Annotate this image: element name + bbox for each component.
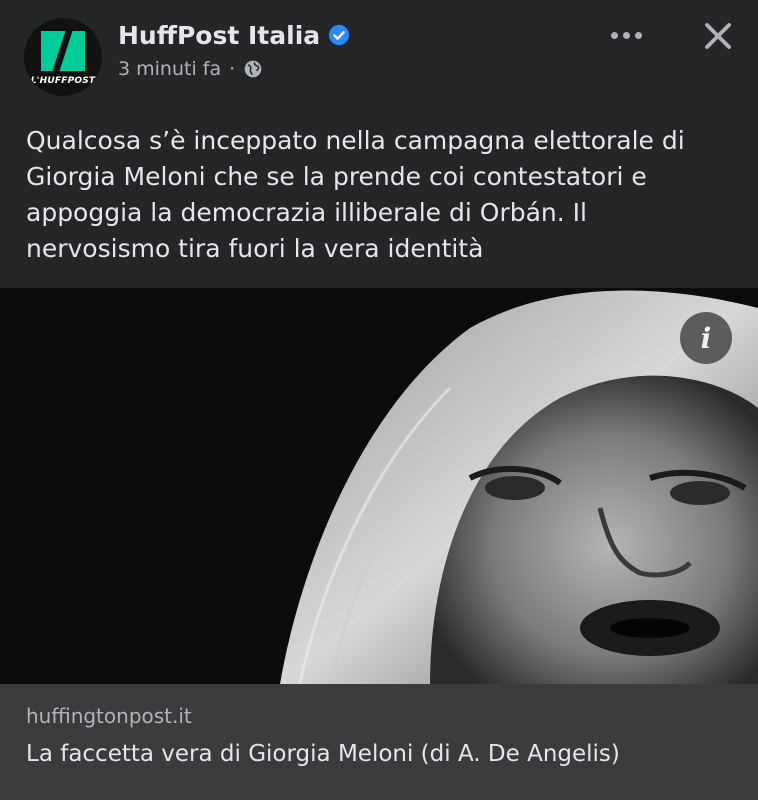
page-avatar[interactable]: L'HUFFPOST xyxy=(24,18,102,96)
meta-separator: · xyxy=(229,58,236,80)
avatar-logo-text: L'HUFFPOST xyxy=(30,76,96,86)
post-meta: 3 minuti fa · xyxy=(118,58,263,80)
info-icon: i xyxy=(700,321,712,355)
info-button[interactable]: i xyxy=(680,312,732,364)
verified-badge-icon xyxy=(329,24,350,46)
link-domain: huffingtonpost.it xyxy=(26,704,192,728)
post-text: Qualcosa s’è inceppato nella campagna el… xyxy=(26,126,685,263)
huffpost-logo-icon xyxy=(41,31,85,71)
more-options-icon xyxy=(610,31,618,39)
post-timestamp[interactable]: 3 minuti fa xyxy=(118,58,221,80)
article-image[interactable] xyxy=(0,288,758,684)
globe-icon xyxy=(244,60,262,78)
link-preview[interactable]: huffingtonpost.it La faccetta vera di Gi… xyxy=(0,684,758,800)
more-options-button[interactable] xyxy=(604,20,648,50)
page-name-row: HuffPost Italia xyxy=(118,18,350,52)
page-name[interactable]: HuffPost Italia xyxy=(118,21,320,50)
link-title[interactable]: La faccetta vera di Giorgia Meloni (di A… xyxy=(26,741,620,767)
close-icon[interactable] xyxy=(700,18,736,54)
portrait-photo xyxy=(0,288,758,684)
more-options-icon xyxy=(634,31,642,39)
more-options-icon xyxy=(622,31,630,39)
facebook-post: L'HUFFPOST HuffPost Italia 3 minuti fa ·… xyxy=(0,0,758,800)
